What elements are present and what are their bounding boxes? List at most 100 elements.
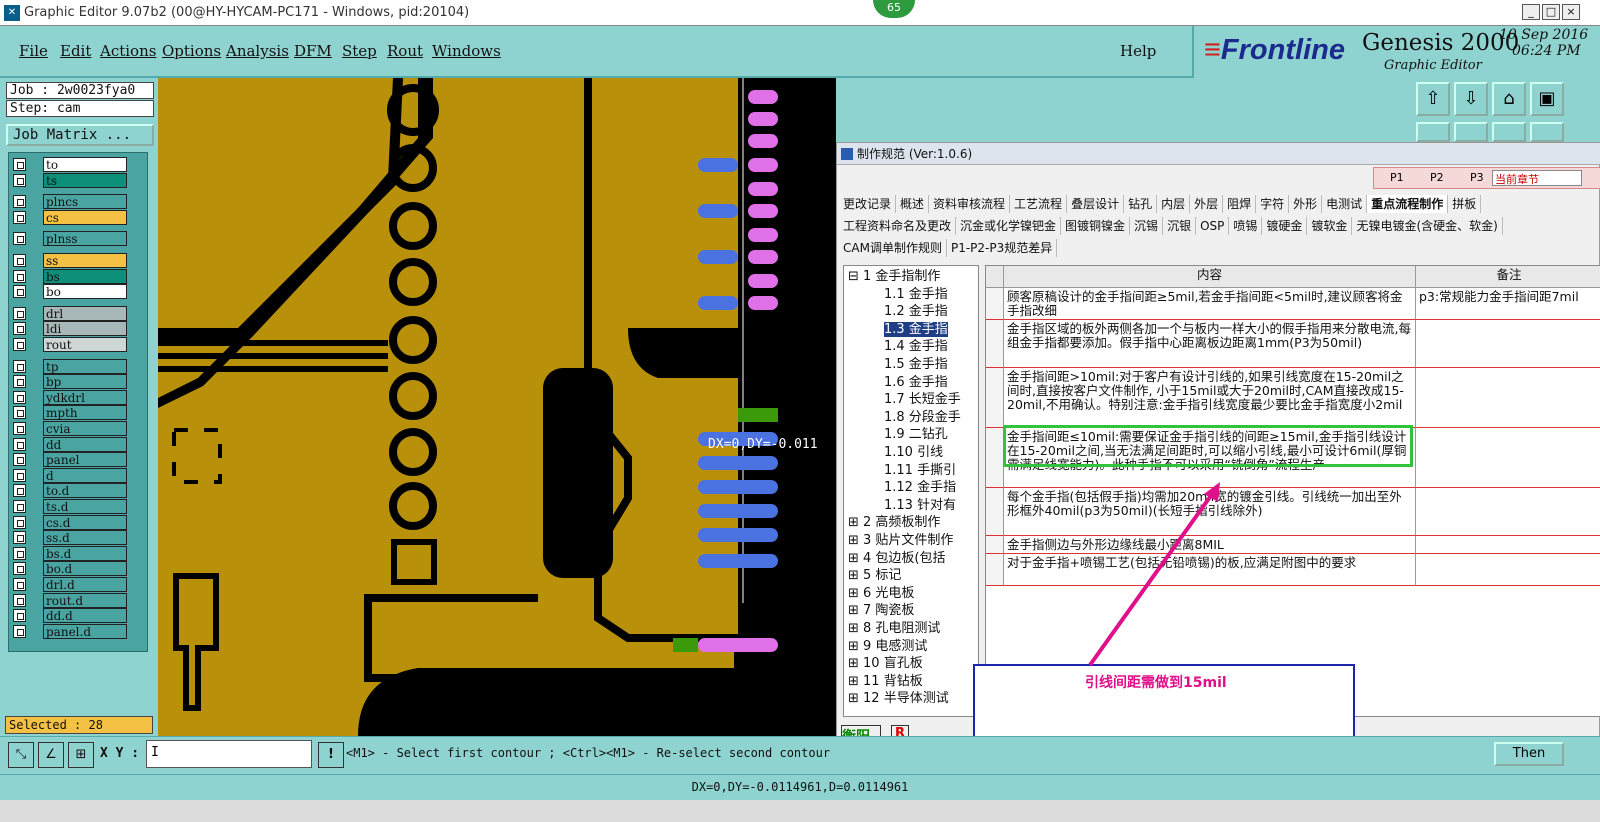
xy-input[interactable]: I [146,740,312,768]
tree-item[interactable]: ⊞ 12 半导体测试 [848,690,949,708]
tree-expander-icon[interactable]: ⊞ [848,603,863,618]
tab-tabs_row2-3[interactable]: 沉锡 [1130,217,1164,235]
tree-item[interactable]: ⊞ 8 孔电阻测试 [848,620,940,638]
layer-name[interactable]: cs [43,209,127,225]
layer-checkbox[interactable] [13,468,26,482]
layer-checkbox[interactable] [13,195,26,209]
layer-name[interactable]: ts.d [43,499,127,514]
tree-expander-icon[interactable]: ⊞ [848,551,863,566]
row-header[interactable] [986,288,1004,320]
tree-item[interactable]: ⊞ 2 高频板制作 [848,514,940,532]
chapter-tree[interactable]: ⊟ 1 金手指制作 1.1 金手指 1.2 金手指 1.3 金手指 1.4 金手指 1.5… [843,265,979,717]
layer-checkbox[interactable] [13,269,26,283]
layer-checkbox[interactable] [13,562,26,576]
layer-checkbox[interactable] [13,338,26,351]
tree-expander-icon[interactable]: ⊞ [848,674,863,689]
layer-row-ts-d[interactable]: ts.d [11,499,143,514]
tree-expander-icon[interactable]: ⊞ [848,691,863,706]
tree-item[interactable]: ⊞ 9 电感测试 [848,638,927,656]
tree-item[interactable]: 1.10 引线 [884,444,943,462]
menu-dfm[interactable]: DFM [294,42,332,60]
tab-tabs_row2-0[interactable]: 工程资料命名及更改 [839,217,957,235]
layer-checkbox[interactable] [13,609,26,623]
tab-tabs_row1-6[interactable]: 内层 [1157,195,1191,213]
tree-expander-icon[interactable]: ⊞ [848,621,863,636]
layer-name[interactable]: to [43,157,127,172]
tab-tabs_row1-1[interactable]: 概述 [896,195,930,213]
cell-content[interactable]: 金手指间距>10mil:对于客户有设计引线的,如果引线宽度在15-20mil之间… [1004,368,1416,428]
layer-row-plncs[interactable]: plncs [11,194,143,210]
layer-name[interactable]: ldi [43,321,127,337]
tree-item[interactable]: ⊟ 1 金手指制作 [848,268,940,286]
layer-checkbox[interactable] [13,406,26,420]
tab-tabs_row1-9[interactable]: 字符 [1256,195,1290,213]
tree-expander-icon[interactable]: ⊞ [848,533,863,548]
tab-tabs_row1-11[interactable]: 电测试 [1322,195,1368,213]
layer-row-to-d[interactable]: to.d [11,483,143,499]
layer-row-to[interactable]: to [11,157,143,172]
layer-row-tp[interactable]: tp [11,358,143,374]
cell-note[interactable] [1416,488,1600,536]
tree-item[interactable]: 1.6 金手指 [884,374,948,392]
layer-checkbox[interactable] [13,375,26,389]
tree-item[interactable]: 1.3 金手指 [884,321,948,339]
tree-item[interactable]: ⊞ 7 陶瓷板 [848,602,914,620]
cell-note[interactable] [1416,554,1600,586]
layer-row-plnss[interactable]: plnss [11,231,143,247]
layer-checkbox[interactable] [13,484,26,498]
layer-row-d[interactable]: d [11,467,143,483]
layer-checkbox[interactable] [13,546,26,560]
tree-item[interactable]: 1.4 金手指 [884,338,948,356]
row-header[interactable] [986,488,1004,536]
cell-content[interactable]: 顾客原稿设计的金手指间距≥5mil,若金手指间距<5mil时,建议顾客将金手指改… [1004,288,1416,320]
layer-checkbox[interactable] [13,359,26,373]
tab-tabs_row2-1[interactable]: 沉金或化学镍钯金 [956,217,1062,235]
grid-tool-icon[interactable]: ⊞ [68,742,94,768]
tool-icon-a[interactable] [1416,122,1450,142]
layer-name[interactable]: bs [43,268,127,284]
tool-icon-d[interactable] [1530,122,1564,142]
tool-icon-b[interactable] [1454,122,1488,142]
tree-item[interactable]: 1.13 针对有 [884,497,956,515]
cell-content[interactable]: 金手指区域的板外两侧各加一个与板内一样大小的假手指用来分散电流,每组金手指都要添… [1004,320,1416,368]
tab-tabs_row2-6[interactable]: 喷锡 [1229,217,1263,235]
cell-note[interactable] [1416,536,1600,554]
tab-tabs_row1-7[interactable]: 外层 [1190,195,1224,213]
layer-checkbox[interactable] [13,500,26,513]
layer-name[interactable]: bo.d [43,561,127,577]
layer-name[interactable]: plncs [43,194,127,210]
tab-tabs_row1-5[interactable]: 钻孔 [1124,195,1158,213]
job-matrix-button[interactable]: Job Matrix ... [6,124,154,146]
notification-badge[interactable]: 65 [873,0,915,18]
cell-note[interactable] [1416,368,1600,428]
layer-row-cvia[interactable]: cvia [11,421,143,436]
tree-item[interactable]: ⊞ 10 盲孔板 [848,655,923,673]
menu-rout[interactable]: Rout [387,42,423,60]
tree-item[interactable]: ⊞ 6 光电板 [848,585,914,603]
row-header[interactable] [986,320,1004,368]
tab-tabs_row2-5[interactable]: OSP [1196,217,1230,235]
layer-name[interactable]: drl [43,305,127,321]
tree-item[interactable]: 1.5 金手指 [884,356,948,374]
window-icon[interactable]: ▣ [1530,82,1564,116]
layer-down-icon[interactable]: ⇩ [1454,82,1488,116]
layer-name[interactable]: to.d [43,483,127,499]
layer-name[interactable]: bs.d [43,545,127,561]
row-header[interactable] [986,554,1004,586]
tree-item[interactable]: ⊞ 4 包边板(包括 [848,550,946,568]
layer-up-icon[interactable]: ⇧ [1416,82,1450,116]
tab-tabs_row3-1[interactable]: P1-P2-P3规范差异 [947,239,1058,257]
zoom-tool-icon[interactable]: ⤡ [8,742,34,768]
tree-item[interactable]: 1.1 金手指 [884,286,948,304]
layer-checkbox[interactable] [13,232,26,246]
tool-icon-c[interactable] [1492,122,1526,142]
tab-tabs_row1-10[interactable]: 外形 [1289,195,1323,213]
layer-name[interactable]: bp [43,374,127,390]
cell-note[interactable] [1416,428,1600,488]
row-header[interactable] [986,368,1004,428]
layer-checkbox[interactable] [13,422,26,435]
filter-p2[interactable]: P2 [1430,171,1444,184]
layer-row-cs[interactable]: cs [11,209,143,225]
layer-row-rout[interactable]: rout [11,337,143,352]
cell-note[interactable]: p3:常规能力金手指间距7mil [1416,288,1600,320]
